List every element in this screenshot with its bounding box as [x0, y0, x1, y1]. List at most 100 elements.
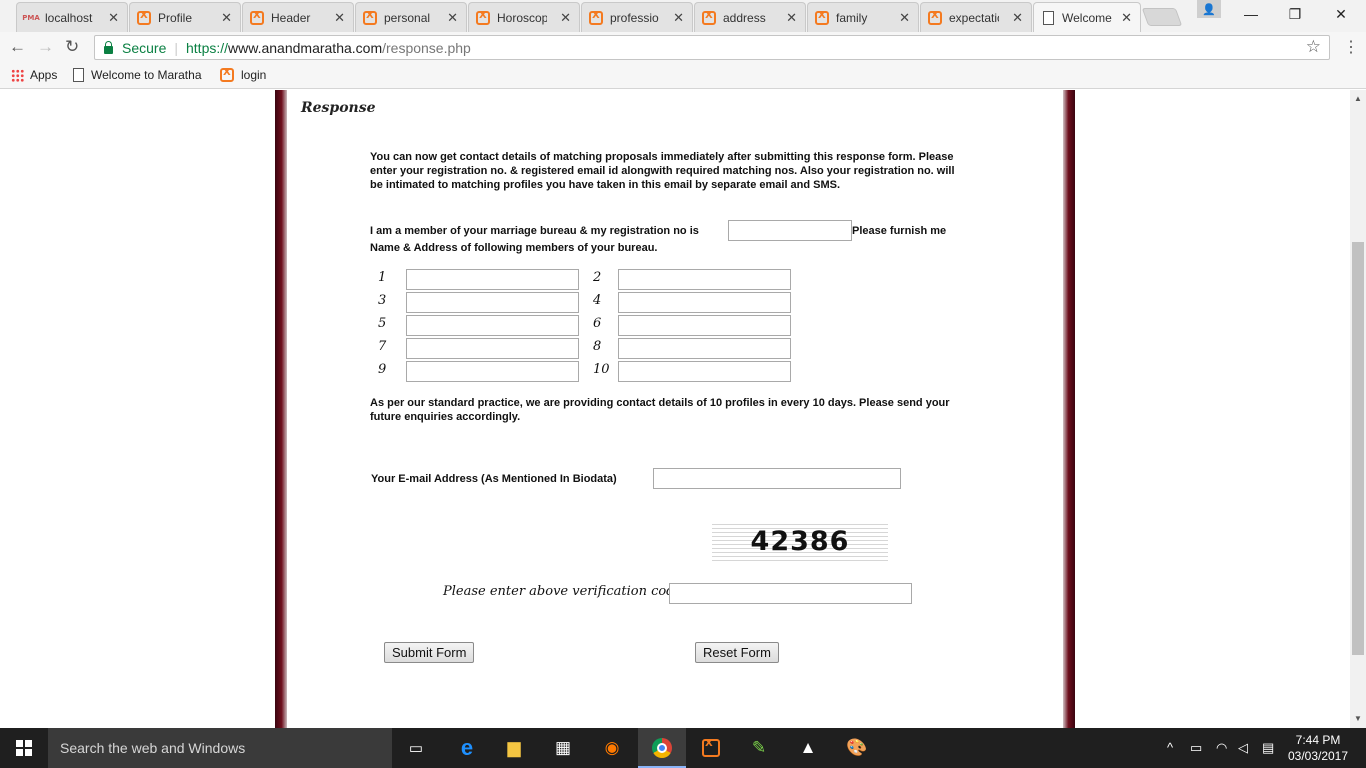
xampp-icon [249, 10, 265, 26]
profile-icon[interactable]: 👤 [1197, 0, 1221, 18]
edge-icon[interactable]: e [455, 735, 479, 760]
bookmark-star-icon[interactable]: ☆ [1306, 37, 1321, 57]
captcha-image: 42386 [712, 521, 888, 562]
tab-expectation[interactable]: expectatio ✕ [920, 2, 1032, 32]
close-icon[interactable]: ✕ [560, 10, 571, 26]
taskbar-search[interactable]: Search the web and Windows [48, 728, 392, 768]
intro-text: You can now get contact details of match… [370, 151, 955, 191]
member-text-address: Name & Address of following members of y… [370, 242, 658, 254]
clock-date: 03/03/2017 [1287, 749, 1349, 763]
tab-title: Welcome [1062, 11, 1112, 25]
member-number: 6 [593, 316, 602, 331]
member-number: 7 [378, 339, 387, 354]
tab-welcome[interactable]: Welcome ✕ [1033, 2, 1141, 33]
member-input-9[interactable] [406, 361, 579, 382]
windows-logo-icon [16, 740, 32, 756]
xampp-icon [927, 10, 943, 26]
bookmark-login[interactable]: login [220, 67, 266, 82]
member-input-3[interactable] [406, 292, 579, 313]
tab-personal[interactable]: personal ✕ [355, 2, 467, 32]
tab-title: personal [384, 10, 431, 25]
scroll-thumb[interactable] [1352, 242, 1364, 655]
page-border-left [275, 90, 287, 728]
email-input[interactable] [653, 468, 901, 489]
store-icon[interactable]: ▦ [551, 736, 575, 760]
restore-button[interactable]: ❐ [1272, 0, 1318, 28]
chrome-icon[interactable] [650, 736, 674, 760]
bookmark-label: Welcome to Maratha [91, 68, 202, 82]
bookmark-welcome[interactable]: Welcome to Maratha [73, 68, 202, 82]
show-hidden-icons[interactable]: ^ [1167, 740, 1173, 755]
menu-icon[interactable]: ⋮ [1343, 37, 1359, 57]
wifi-icon[interactable]: ◠ [1216, 740, 1227, 756]
paint-icon[interactable]: 🎨 [845, 736, 869, 760]
verification-code-input[interactable] [669, 583, 912, 604]
member-input-8[interactable] [618, 338, 791, 359]
registration-number-input[interactable] [728, 220, 852, 241]
url-path: /response.php [382, 39, 471, 56]
volume-icon[interactable]: ◁ [1238, 740, 1248, 756]
member-input-10[interactable] [618, 361, 791, 382]
member-input-7[interactable] [406, 338, 579, 359]
close-icon[interactable]: ✕ [221, 10, 232, 26]
page-viewport: Response You can now get contact details… [0, 90, 1350, 728]
back-icon[interactable]: ← [9, 37, 26, 57]
taskbar-clock[interactable]: 7:44 PM 03/03/2017 [1284, 732, 1352, 764]
member-input-4[interactable] [618, 292, 791, 313]
tab-title: Profile [158, 10, 193, 25]
close-icon[interactable]: ✕ [447, 10, 458, 26]
tab-family[interactable]: family ✕ [807, 2, 919, 32]
bookmark-apps[interactable]: Apps [11, 68, 57, 82]
address-bar[interactable]: Secure | https://www.anandmaratha.com/re… [94, 35, 1330, 60]
tab-profile[interactable]: Profile ✕ [129, 2, 241, 32]
tab-title: address [723, 10, 766, 25]
close-icon[interactable]: ✕ [334, 10, 345, 26]
tab-profession[interactable]: professio ✕ [581, 2, 693, 32]
bookmark-label: Apps [30, 68, 58, 82]
tab-localhost[interactable]: PMA localhost ✕ [16, 2, 128, 32]
firefox-icon[interactable]: ◉ [600, 736, 624, 760]
minimize-button[interactable]: — [1228, 0, 1274, 28]
new-tab-button[interactable] [1141, 8, 1183, 26]
tab-horoscope[interactable]: Horoscop ✕ [468, 2, 580, 32]
xampp-icon[interactable] [699, 736, 723, 760]
photos-icon[interactable]: ▲ [796, 736, 820, 760]
close-icon[interactable]: ✕ [1121, 10, 1132, 26]
close-window-button[interactable]: ✕ [1318, 0, 1364, 28]
captcha-code: 42386 [750, 526, 850, 557]
close-icon[interactable]: ✕ [899, 10, 910, 26]
forward-icon[interactable]: → [37, 37, 54, 57]
file-explorer-icon[interactable]: ▆ [502, 736, 526, 760]
verification-label: Please enter above verification code [443, 584, 683, 599]
reset-button[interactable]: Reset Form [695, 642, 779, 663]
close-icon[interactable]: ✕ [1012, 10, 1023, 26]
member-number: 1 [378, 270, 387, 285]
close-icon[interactable]: ✕ [108, 10, 119, 26]
notepad-icon[interactable]: ✎ [747, 736, 771, 760]
member-input-5[interactable] [406, 315, 579, 336]
battery-icon[interactable]: ▭ [1190, 740, 1202, 756]
member-input-2[interactable] [618, 269, 791, 290]
xampp-icon [220, 67, 234, 82]
scroll-down-icon[interactable]: ▼ [1354, 714, 1362, 723]
email-label: Your E-mail Address (As Mentioned In Bio… [371, 473, 617, 485]
member-input-1[interactable] [406, 269, 579, 290]
practice-note: As per our standard practice, we are pro… [370, 397, 950, 423]
page-scrollbar[interactable]: ▲ ▼ [1350, 90, 1366, 728]
xampp-icon [136, 10, 152, 26]
submit-button[interactable]: Submit Form [384, 642, 475, 663]
task-view-icon[interactable]: ▭ [404, 736, 428, 760]
windows-taskbar: Search the web and Windows ▭ e ▆ ▦ ◉ ✎ ▲… [0, 728, 1366, 768]
reload-icon[interactable]: ↻ [65, 37, 79, 57]
tab-title: Horoscop [497, 10, 547, 25]
start-button[interactable] [0, 728, 48, 768]
close-icon[interactable]: ✕ [786, 10, 797, 26]
scroll-up-icon[interactable]: ▲ [1354, 94, 1362, 103]
tab-header[interactable]: Header ✕ [242, 2, 354, 32]
tab-address[interactable]: address ✕ [694, 2, 806, 32]
member-input-6[interactable] [618, 315, 791, 336]
close-icon[interactable]: ✕ [673, 10, 684, 26]
member-text: I am a member of your marriage bureau & … [370, 225, 699, 237]
notifications-icon[interactable]: ▤ [1262, 740, 1274, 756]
document-icon [73, 68, 84, 82]
